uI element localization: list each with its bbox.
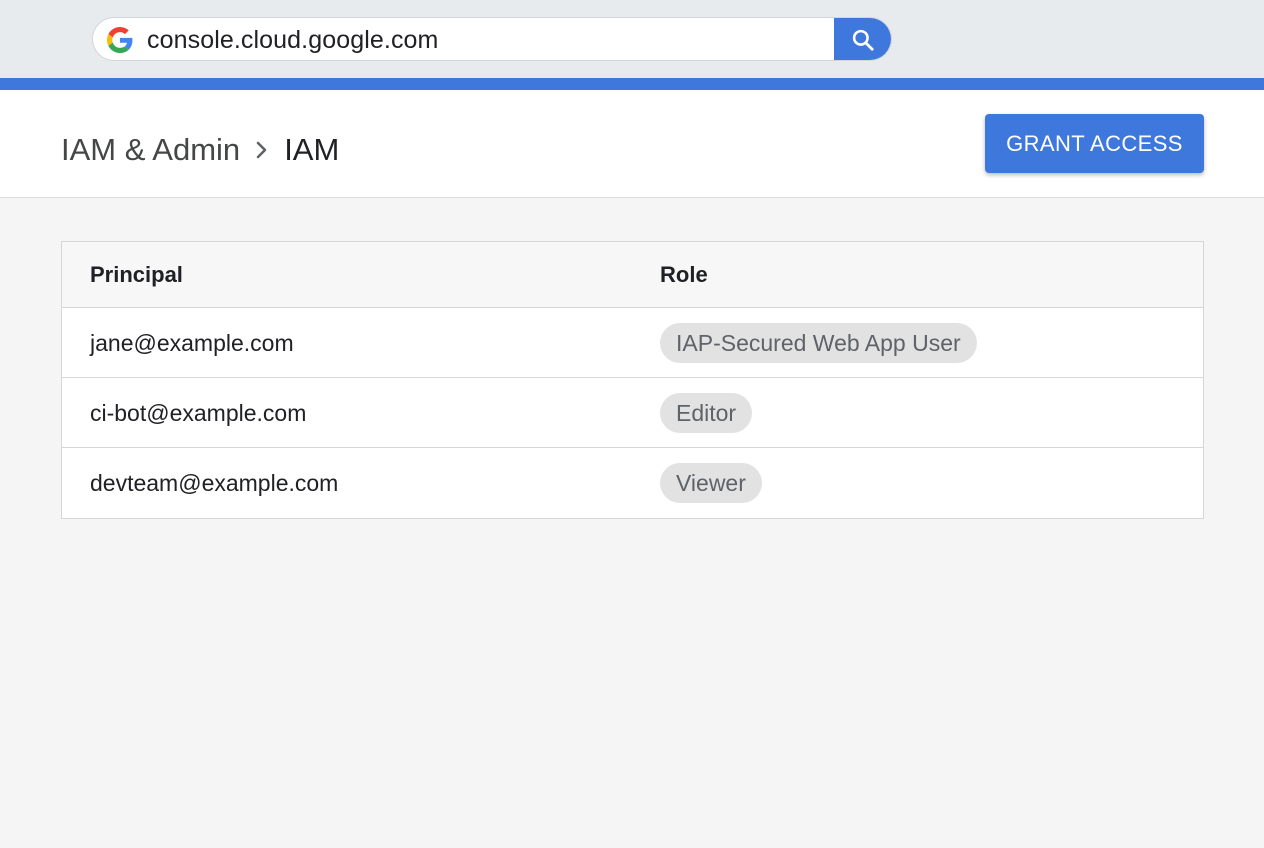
page-title: IAM bbox=[284, 132, 340, 167]
address-bar[interactable]: console.cloud.google.com bbox=[92, 17, 892, 61]
role-chip[interactable]: Editor bbox=[660, 393, 753, 433]
breadcrumb-parent-link[interactable]: IAM & Admin bbox=[61, 132, 240, 168]
column-header-role[interactable]: Role bbox=[660, 242, 708, 308]
table-row[interactable]: devteam@example.com Viewer bbox=[62, 448, 1203, 518]
table-header: Principal Role bbox=[62, 242, 1203, 308]
grant-access-button[interactable]: GRANT ACCESS bbox=[985, 114, 1204, 173]
principal-cell: devteam@example.com bbox=[90, 470, 339, 496]
role-chip[interactable]: Viewer bbox=[660, 463, 762, 503]
chevron-right-icon bbox=[240, 130, 284, 170]
page-header: IAM & Admin IAM GRANT ACCESS bbox=[0, 90, 1264, 198]
google-g-icon bbox=[107, 27, 133, 53]
role-chip[interactable]: IAP-Secured Web App User bbox=[660, 323, 977, 363]
iam-permissions-table: Principal Role jane@example.com IAP-Secu… bbox=[61, 241, 1204, 519]
url-text[interactable]: console.cloud.google.com bbox=[147, 18, 438, 60]
principal-cell: ci-bot@example.com bbox=[90, 400, 307, 426]
table-row[interactable]: ci-bot@example.com Editor bbox=[62, 378, 1203, 448]
browser-toolbar: console.cloud.google.com bbox=[0, 0, 1264, 78]
column-header-principal[interactable]: Principal bbox=[90, 242, 183, 308]
principal-cell: jane@example.com bbox=[90, 330, 294, 356]
search-button[interactable] bbox=[834, 18, 891, 60]
search-icon bbox=[852, 29, 874, 51]
breadcrumb: IAM & Admin IAM bbox=[61, 130, 339, 170]
toolbar-accent-bar bbox=[0, 78, 1264, 90]
table-row[interactable]: jane@example.com IAP-Secured Web App Use… bbox=[62, 308, 1203, 378]
